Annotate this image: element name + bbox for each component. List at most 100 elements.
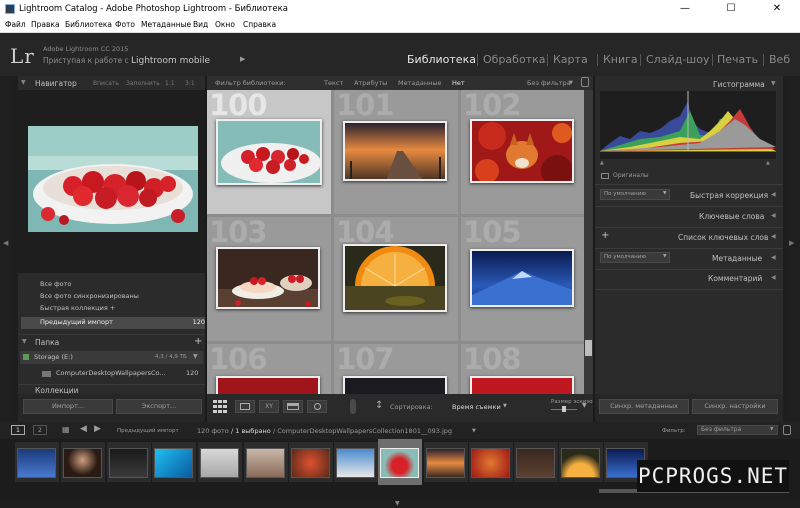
navigator-title[interactable]: Навигатор [35, 79, 77, 88]
toolbar-menu-icon[interactable]: ▼ [582, 402, 587, 409]
filmstrip-cell[interactable] [244, 442, 288, 482]
expand-triangle-icon[interactable]: ◀ [771, 212, 776, 219]
navigator-preview[interactable] [18, 90, 205, 273]
preset-dropdown[interactable]: По умолчанию [600, 189, 670, 200]
close-button[interactable]: ✕ [754, 0, 800, 18]
catalog-item[interactable]: Все фото120 [40, 280, 220, 292]
source-label[interactable]: Предыдущий импорт [117, 428, 179, 434]
scrollbar-thumb[interactable] [585, 340, 592, 356]
minimize-button[interactable]: — [662, 0, 708, 18]
filmstrip-toggle-icon[interactable]: ▼ [395, 500, 400, 507]
metadata-preset-dropdown[interactable]: По умолчанию [600, 252, 670, 263]
sort-direction-icon[interactable]: ↕ [375, 400, 383, 411]
collections-header[interactable]: Коллекции [18, 384, 205, 394]
menu-help[interactable]: Справка [243, 20, 276, 29]
folders-header[interactable]: ▼ Папка + [18, 334, 205, 348]
filmstrip-thumbnail[interactable] [380, 448, 419, 478]
painter-icon[interactable] [350, 399, 356, 414]
thumbnail-orange-slice[interactable] [343, 244, 447, 312]
folder-item[interactable]: ComputerDesktopWallpapersCo... 120 [20, 367, 203, 380]
thumbnail-sunset-road[interactable] [343, 121, 447, 181]
expand-triangle-icon[interactable]: ◀ [771, 233, 776, 240]
comments-header[interactable]: Комментарий ◀ [595, 271, 783, 287]
nav-3to1[interactable]: 3:1 [185, 80, 195, 87]
expand-triangle-icon[interactable]: ◀ [771, 191, 776, 198]
metadata-header[interactable]: По умолчанию ▼ Метаданные ◀ [595, 251, 783, 267]
filmstrip-thumbnail[interactable] [109, 448, 148, 478]
thumbnail-strawberry-dessert[interactable] [216, 247, 320, 309]
mobile-prompt[interactable]: Приступая к работе с Lightroom mobile [43, 56, 210, 66]
left-panel-toggle[interactable]: ◀ [0, 76, 14, 422]
filmstrip-cell-selected[interactable] [378, 439, 422, 485]
filter-metadata[interactable]: Метаданные [398, 79, 442, 87]
module-print[interactable]: Печать [717, 53, 758, 66]
thumbnail-partial[interactable] [216, 376, 320, 394]
module-develop[interactable]: Обработка [483, 53, 545, 66]
filmstrip-thumbnail[interactable] [154, 448, 193, 478]
collapse-triangle-icon[interactable]: ▼ [193, 353, 198, 360]
sync-settings-button[interactable]: Синхр. настройки [692, 399, 778, 414]
filmstrip-thumbnail[interactable] [336, 448, 375, 478]
grid-cell[interactable]: 106 [207, 344, 331, 394]
chevron-down-icon[interactable]: ▼ [472, 428, 476, 434]
filter-attributes[interactable]: Атрибуты [354, 79, 387, 87]
add-folder-icon[interactable]: + [194, 336, 202, 347]
nav-1to1[interactable]: 1:1 [165, 80, 175, 87]
grid-cell[interactable]: 107 [334, 344, 458, 394]
add-keyword-icon[interactable]: + [601, 230, 609, 241]
catalog-item[interactable]: Быстрая коллекция +0 [40, 304, 220, 316]
module-map[interactable]: Карта [553, 53, 588, 66]
expand-triangle-icon[interactable]: ◀ [771, 274, 776, 281]
chevron-down-icon[interactable]: ▼ [569, 80, 573, 86]
module-book[interactable]: Книга [603, 53, 638, 66]
mobile-link[interactable]: Lightroom mobile [131, 56, 210, 66]
quick-develop-header[interactable]: По умолчанию ▼ Быстрая коррекция ◀ [595, 188, 783, 204]
expand-triangle-icon[interactable]: ◀ [771, 254, 776, 261]
storage-volume[interactable]: Storage (E:) 4,3 / 4,9 ТБ ▼ [20, 351, 203, 364]
originals-checkbox[interactable] [601, 173, 609, 179]
filmstrip-cell[interactable] [107, 442, 151, 482]
filmstrip-filter-dropdown[interactable]: Без фильтра [697, 425, 778, 435]
nav-fill[interactable]: Заполнить [126, 80, 160, 87]
export-button[interactable]: Экспорт... [116, 399, 202, 414]
collapse-triangle-icon[interactable]: ▼ [21, 79, 26, 86]
filmstrip-cell[interactable] [469, 442, 513, 482]
collapse-triangle-icon[interactable]: ▼ [771, 80, 776, 87]
display-1-button[interactable]: 1 [11, 425, 25, 435]
right-panel-toggle[interactable]: ▶ [786, 76, 800, 422]
grid-icon[interactable]: ▦ [62, 425, 70, 434]
filmstrip-thumbnail[interactable] [17, 448, 56, 478]
forward-arrow-icon[interactable]: ▶ [94, 424, 101, 434]
filmstrip-cell[interactable] [334, 442, 378, 482]
grid-cell[interactable]: 103 [207, 217, 331, 341]
menu-window[interactable]: Окно [215, 20, 235, 29]
lock-icon[interactable] [581, 77, 589, 87]
filter-text[interactable]: Текст [324, 79, 343, 87]
survey-view-icon[interactable] [283, 400, 303, 413]
keyword-list-header[interactable]: + Список ключевых слов ◀ [595, 230, 783, 246]
menu-view[interactable]: Вид [193, 20, 208, 29]
filmstrip-thumbnail[interactable] [246, 448, 285, 478]
menu-file[interactable]: Файл [5, 20, 26, 29]
nav-fit[interactable]: Вписать [93, 80, 119, 87]
filmstrip-cell[interactable] [61, 442, 105, 482]
filmstrip-thumbnail[interactable] [426, 448, 465, 478]
thumbnail-fox-autumn[interactable] [470, 119, 574, 183]
grid-cell-selected[interactable]: 100 [207, 90, 331, 214]
lock-icon[interactable] [783, 425, 791, 435]
thumbnail-partial[interactable] [343, 376, 447, 394]
filmstrip-cell[interactable] [559, 442, 603, 482]
grid-cell[interactable]: 108 [461, 344, 585, 394]
menu-library[interactable]: Библиотека [65, 20, 112, 29]
filmstrip-thumbnail[interactable] [291, 448, 330, 478]
display-2-button[interactable]: 2 [33, 425, 47, 435]
grid-scrollbar[interactable] [584, 90, 593, 394]
filmstrip-thumbnail[interactable] [471, 448, 510, 478]
filter-preset[interactable]: Без фильтра [527, 79, 571, 87]
module-library[interactable]: Библиотека [407, 53, 476, 66]
chevron-down-icon[interactable]: ▼ [503, 403, 507, 409]
back-arrow-icon[interactable]: ◀ [80, 424, 87, 434]
thumbnail-partial[interactable] [470, 376, 574, 394]
filmstrip-cell[interactable] [152, 442, 196, 482]
import-button[interactable]: Импорт... [23, 399, 113, 414]
